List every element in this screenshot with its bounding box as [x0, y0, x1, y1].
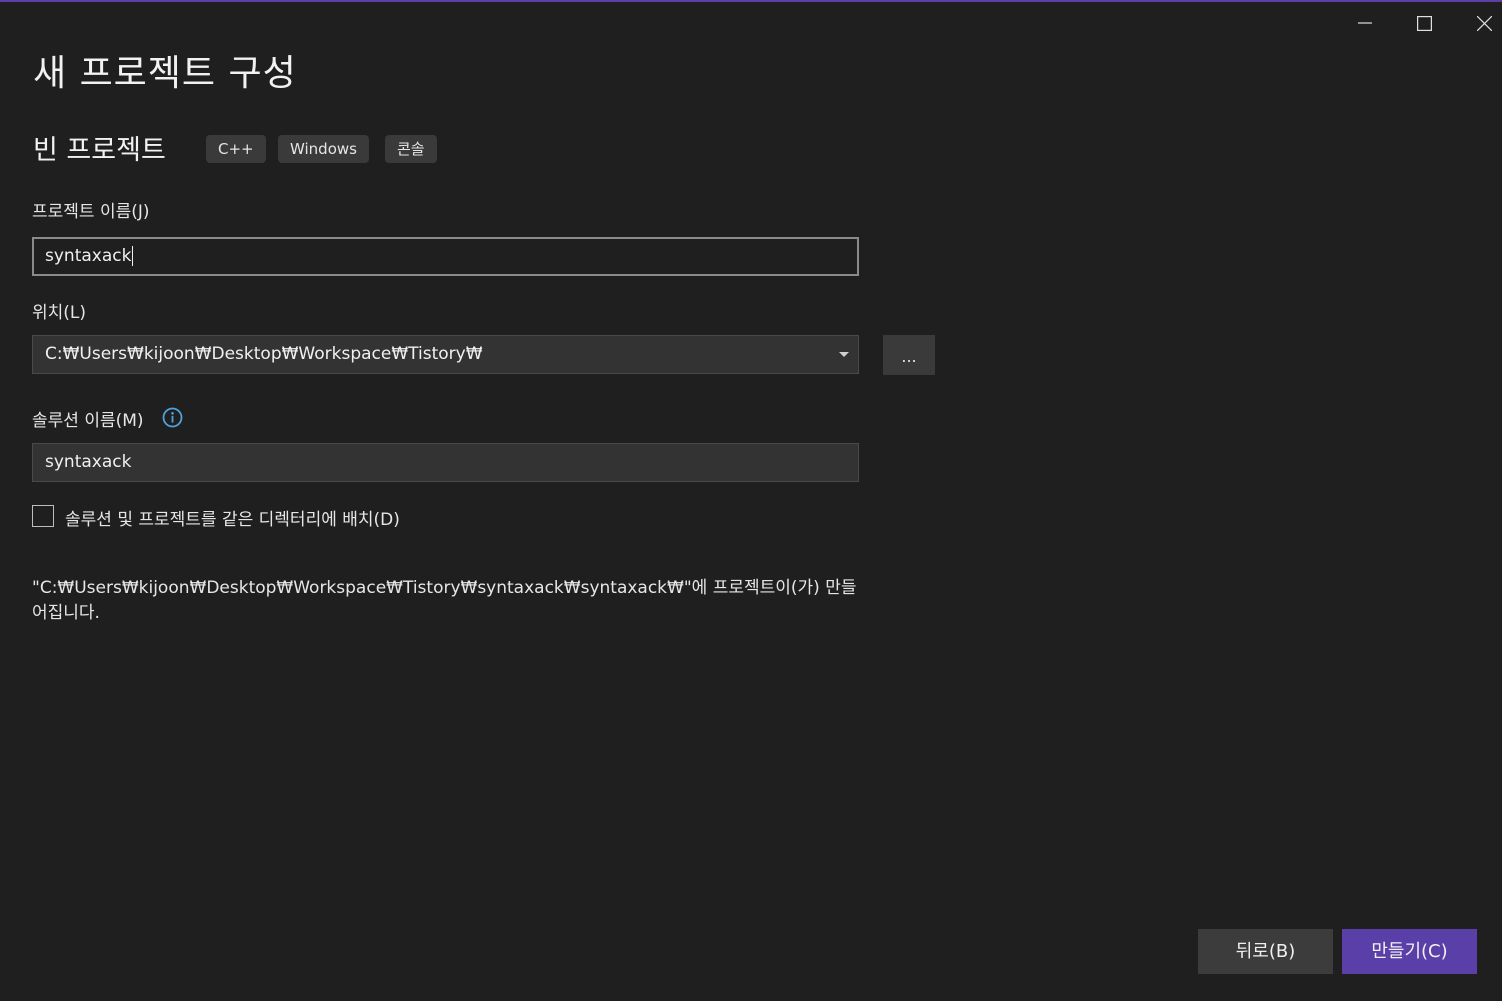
template-name: 빈 프로젝트 — [33, 135, 166, 166]
location-combobox[interactable]: C:₩Users₩kijoon₩Desktop₩Workspace₩Tistor… — [32, 335, 859, 374]
project-name-value: syntaxack — [45, 246, 132, 266]
solution-name-label: 솔루션 이름(M) — [32, 411, 144, 431]
back-button[interactable]: 뒤로(B) — [1198, 929, 1333, 974]
project-name-label: 프로젝트 이름(J) — [32, 202, 150, 222]
tag-cpp: C++ — [206, 135, 266, 163]
page-title: 새 프로젝트 구성 — [33, 53, 297, 94]
info-icon[interactable] — [162, 407, 183, 428]
project-name-input[interactable]: syntaxack — [32, 237, 859, 276]
create-button[interactable]: 만들기(C) — [1342, 929, 1477, 974]
same-directory-checkbox[interactable] — [32, 505, 54, 527]
close-icon[interactable] — [1461, 6, 1502, 40]
maximize-icon[interactable] — [1401, 6, 1447, 40]
window-accent-bar — [0, 0, 1502, 2]
location-label: 위치(L) — [32, 303, 87, 323]
text-caret — [132, 246, 134, 266]
creation-path-note: "C:₩Users₩kijoon₩Desktop₩Workspace₩Tisto… — [32, 578, 857, 623]
tag-windows: Windows — [278, 135, 369, 163]
solution-name-input[interactable]: syntaxack — [32, 443, 859, 482]
solution-name-value: syntaxack — [45, 452, 132, 472]
browse-button[interactable]: ... — [883, 335, 935, 375]
same-directory-checkbox-label[interactable]: 솔루션 및 프로젝트를 같은 디렉터리에 배치(D) — [65, 505, 400, 530]
configure-project-dialog: 새 프로젝트 구성 빈 프로젝트 C++ Windows 콘솔 프로젝트 이름(… — [0, 0, 1502, 1001]
location-value: C:₩Users₩kijoon₩Desktop₩Workspace₩Tistor… — [45, 344, 483, 364]
tag-console: 콘솔 — [385, 135, 437, 163]
chevron-down-icon[interactable] — [836, 336, 852, 373]
minimize-icon[interactable] — [1342, 6, 1388, 40]
